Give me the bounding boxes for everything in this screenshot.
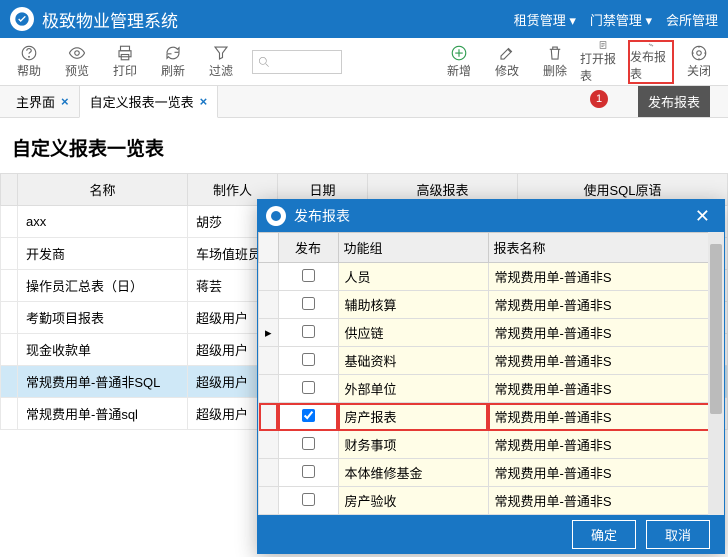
menu-lease[interactable]: 租赁管理 ▾ [514,10,576,29]
dialog-title-text: 发布报表 [294,206,350,226]
tab-close-icon[interactable]: × [61,94,69,109]
open-report-button[interactable]: 打开报表 [580,40,626,84]
help-button[interactable]: 帮助 [6,40,52,84]
cancel-button[interactable]: 取消 [646,520,710,549]
preview-button[interactable]: 预览 [54,40,100,84]
dlg-col-name[interactable]: 报表名称 [488,233,723,263]
dialog-icon [266,206,286,226]
toolbar: 帮助 预览 打印 刷新 过滤 新增 修改 删除 打开报表 发布报表 关闭 [0,38,728,86]
dialog-row[interactable]: 房产报表 常规费用单-普通非S [259,403,724,431]
edit-button[interactable]: 修改 [484,40,530,84]
publish-checkbox[interactable] [302,381,315,394]
publish-tooltip: 发布报表 [638,86,710,117]
dlg-col-publish[interactable]: 发布 [278,233,338,263]
close-button[interactable]: 关闭 [676,40,722,84]
publish-checkbox[interactable] [302,437,315,450]
app-logo-icon [10,7,34,31]
add-button[interactable]: 新增 [436,40,482,84]
publish-checkbox[interactable] [302,269,315,282]
dialog-close-button[interactable]: ✕ [689,206,716,227]
document-tabs: 主界面× 自定义报表一览表× 1 发布报表 [0,86,728,118]
print-button[interactable]: 打印 [102,40,148,84]
dialog-row[interactable]: 外部单位 常规费用单-普通非S [259,375,724,403]
search-icon [257,55,271,69]
page-title: 自定义报表一览表 [0,118,728,173]
dialog-row[interactable]: 人员 常规费用单-普通非S [259,263,724,291]
dialog-row[interactable]: 财务事项 常规费用单-普通非S [259,431,724,459]
filter-button[interactable]: 过滤 [198,40,244,84]
app-title: 极致物业管理系统 [42,7,514,32]
publish-dialog: 发布报表 ✕ 发布 功能组 报表名称 人员 常规费用单-普通非S 辅助核算 常规… [257,199,725,554]
tab-report-list[interactable]: 自定义报表一览表× [79,85,219,118]
delete-button[interactable]: 删除 [532,40,578,84]
dialog-footer: 确定 取消 [258,515,724,553]
top-menu: 租赁管理 ▾ 门禁管理 ▾ 会所管理 [514,10,718,29]
dialog-scrollbar[interactable] [708,232,724,515]
search-input[interactable] [252,50,342,74]
scrollbar-thumb[interactable] [710,244,722,414]
ok-button[interactable]: 确定 [572,520,636,549]
dlg-col-group[interactable]: 功能组 [338,233,488,263]
tab-close-icon[interactable]: × [200,94,208,109]
publish-report-button[interactable]: 发布报表 [628,40,674,84]
publish-checkbox[interactable] [302,465,315,478]
tab-main[interactable]: 主界面× [6,86,79,117]
publish-checkbox[interactable] [302,409,315,422]
dialog-row[interactable]: 辅助核算 常规费用单-普通非S [259,291,724,319]
menu-access[interactable]: 门禁管理 ▾ [590,10,652,29]
app-header: 极致物业管理系统 租赁管理 ▾ 门禁管理 ▾ 会所管理 [0,0,728,38]
dialog-titlebar: 发布报表 ✕ [258,200,724,232]
col-name[interactable]: 名称 [18,174,188,206]
refresh-button[interactable]: 刷新 [150,40,196,84]
dialog-row[interactable]: 本体维修基金 常规费用单-普通非S [259,459,724,487]
publish-checkbox[interactable] [302,297,315,310]
step-badge: 1 [590,90,608,108]
publish-checkbox[interactable] [302,325,315,338]
dialog-table: 发布 功能组 报表名称 人员 常规费用单-普通非S 辅助核算 常规费用单-普通非… [258,232,724,515]
publish-checkbox[interactable] [302,493,315,506]
dialog-row[interactable]: 基础资料 常规费用单-普通非S [259,347,724,375]
publish-checkbox[interactable] [302,353,315,366]
menu-club[interactable]: 会所管理 [666,10,718,29]
dialog-row[interactable]: 房产验收 常规费用单-普通非S [259,487,724,515]
dialog-row[interactable]: ▸ 供应链 常规费用单-普通非S [259,319,724,347]
